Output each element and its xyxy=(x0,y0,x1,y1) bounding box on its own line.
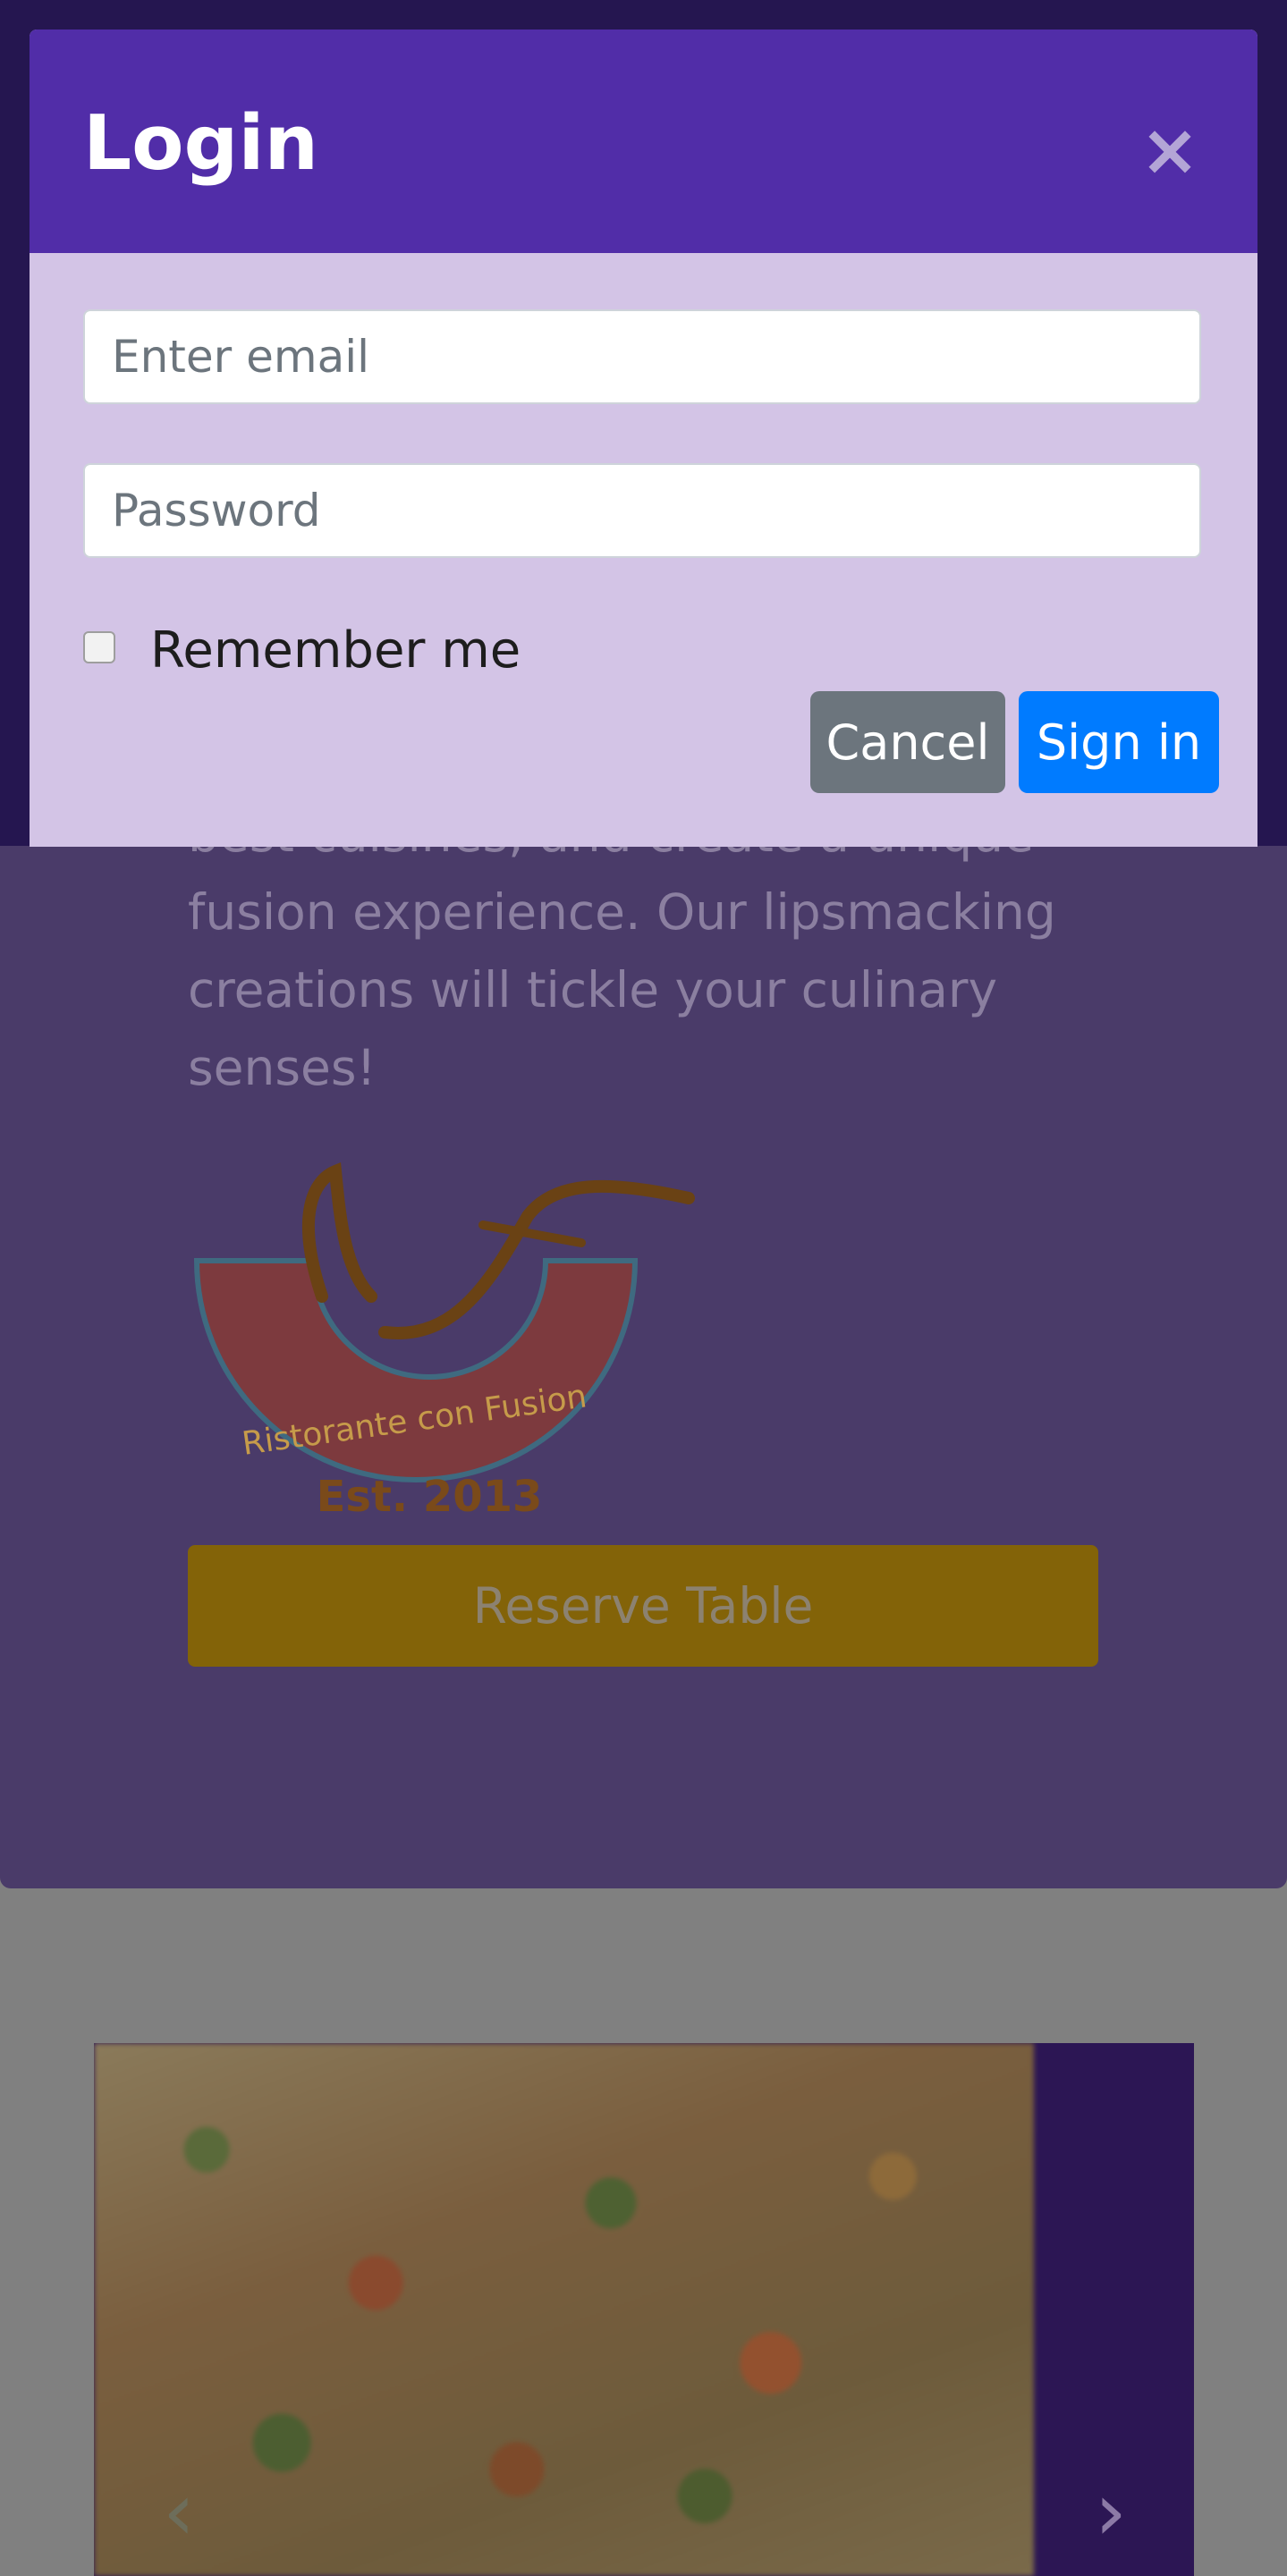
reserve-table-button[interactable]: Reserve Table xyxy=(188,1545,1098,1667)
restaurant-logo: Ristorante con Fusion Est. 2013 xyxy=(193,1162,695,1522)
description-line: creations will tickle your culinary xyxy=(188,961,998,1018)
sign-in-button[interactable]: Sign in xyxy=(1019,691,1219,793)
chevron-left-icon[interactable]: ‹ xyxy=(143,2472,215,2553)
close-icon[interactable]: × xyxy=(1139,114,1201,186)
remember-me-label: Remember me xyxy=(150,621,521,680)
carousel-image-pizza xyxy=(94,2043,1034,2576)
remember-me-checkbox[interactable] xyxy=(83,631,115,663)
email-field[interactable] xyxy=(83,309,1201,404)
login-modal: Login × Remember me Cancel Sign in xyxy=(30,30,1257,847)
cancel-button[interactable]: Cancel xyxy=(810,691,1005,793)
password-field[interactable] xyxy=(83,463,1201,558)
modal-title: Login xyxy=(83,99,319,188)
chevron-right-icon[interactable]: › xyxy=(1075,2472,1147,2553)
description-line: fusion experience. Our lipsmacking xyxy=(188,883,1056,941)
carousel xyxy=(94,2043,1194,2576)
svg-text:Est. 2013: Est. 2013 xyxy=(317,1472,543,1522)
description-line: senses! xyxy=(188,1039,377,1096)
modal-header: Login × xyxy=(30,30,1257,253)
